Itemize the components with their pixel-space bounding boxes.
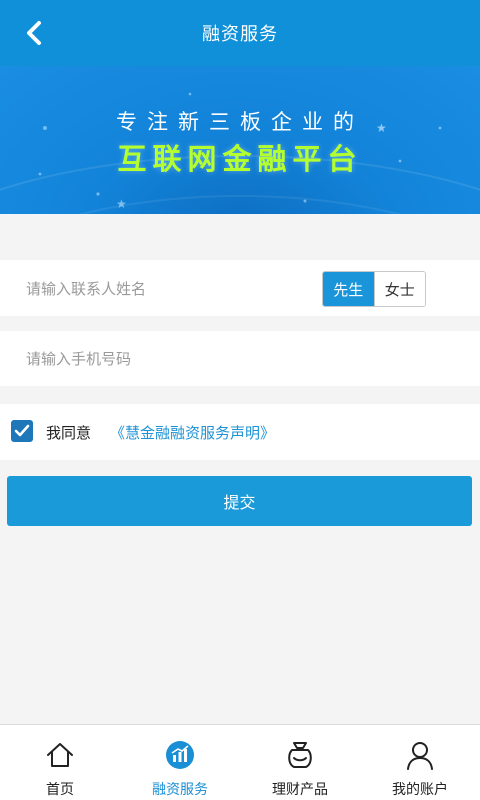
gender-option-mr[interactable]: 先生 [323,272,374,306]
contact-name-input[interactable]: 请输入联系人姓名 [26,260,146,316]
back-button[interactable] [18,18,48,48]
agree-checkbox[interactable] [11,420,33,442]
chevron-left-icon [27,21,41,45]
promo-banner: ★ ★ 专注新三板企业的 互联网金融平台 [0,66,480,214]
tab-label: 首页 [46,782,74,798]
financing-chart-icon [164,739,196,771]
checkmark-icon [14,424,30,437]
agree-label: 我同意 [46,423,92,442]
banner-subheadline: 互联网金融平台 [117,142,363,176]
home-icon [44,739,76,771]
tab-label: 融资服务 [152,782,208,798]
bottom-tab-bar: 首页 融资服务 理财产品 我的账户 [0,724,480,800]
gender-option-ms[interactable]: 女士 [373,272,425,306]
tab-home[interactable]: 首页 [0,725,120,800]
service-statement-link[interactable]: 《慧金融融资服务声明》 [110,404,275,460]
phone-row: 请输入手机号码 [0,331,480,386]
contact-name-row: 请输入联系人姓名 先生 女士 [0,260,480,316]
tab-wealth-products[interactable]: 理财产品 [240,725,360,800]
tab-label: 理财产品 [272,782,328,798]
phone-input[interactable]: 请输入手机号码 [26,331,131,386]
svg-text:★: ★ [116,197,127,211]
gender-toggle: 先生 女士 [322,271,426,307]
tab-label: 我的账户 [392,782,448,798]
page-title: 融资服务 [202,24,278,45]
submit-button[interactable]: 提交 [7,476,472,526]
tab-my-account[interactable]: 我的账户 [360,725,480,800]
tab-financing[interactable]: 融资服务 [120,725,240,800]
top-bar: 融资服务 [0,0,480,66]
money-bag-icon [284,739,316,771]
agreement-row: 我同意 《慧金融融资服务声明》 [0,404,480,460]
user-icon [404,739,436,771]
banner-headline: 专注新三板企业的 [116,110,364,134]
